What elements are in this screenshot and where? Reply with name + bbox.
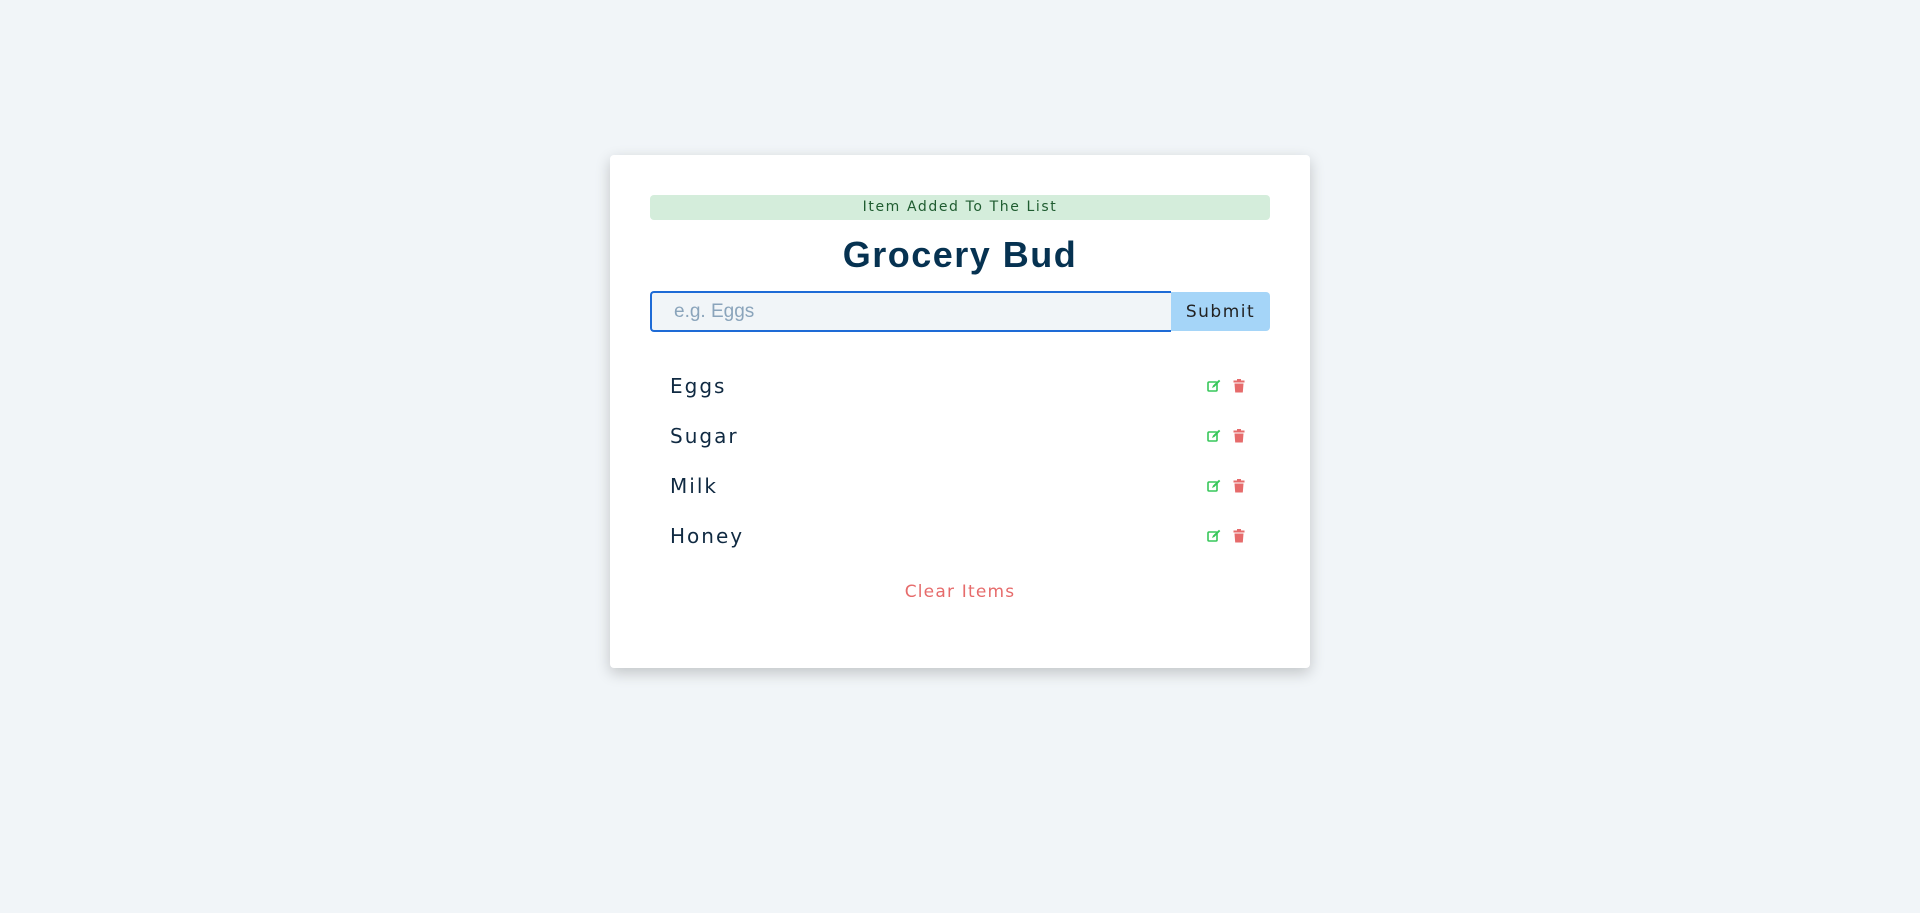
delete-button[interactable] [1231, 379, 1246, 394]
item-title: Milk [670, 474, 718, 498]
item-actions [1206, 479, 1246, 494]
item-title: Honey [670, 524, 745, 548]
trash-icon [1233, 529, 1244, 543]
alert-message: Item Added To The List [650, 195, 1270, 220]
edit-icon [1206, 529, 1220, 542]
delete-button[interactable] [1231, 479, 1246, 494]
clear-items-button[interactable]: Clear Items [905, 582, 1016, 602]
trash-icon [1233, 479, 1244, 493]
item-actions [1206, 379, 1246, 394]
edit-icon [1206, 429, 1220, 442]
submit-button[interactable]: Submit [1171, 292, 1270, 331]
grocery-card: Item Added To The List Grocery Bud Submi… [610, 155, 1310, 668]
delete-button[interactable] [1231, 429, 1246, 444]
list-item: Eggs [650, 361, 1270, 411]
list-item: Honey [650, 511, 1270, 561]
edit-button[interactable] [1206, 429, 1221, 444]
edit-button[interactable] [1206, 529, 1221, 544]
page-title: Grocery Bud [842, 234, 1078, 275]
grocery-list: Eggs Sugar Milk Honey [650, 361, 1270, 561]
trash-icon [1233, 379, 1244, 393]
edit-icon [1206, 479, 1220, 492]
edit-button[interactable] [1206, 379, 1221, 394]
grocery-form: Submit [650, 291, 1270, 332]
item-actions [1206, 529, 1246, 544]
item-actions [1206, 429, 1246, 444]
list-item: Milk [650, 461, 1270, 511]
list-item: Sugar [650, 411, 1270, 461]
item-title: Sugar [670, 424, 739, 448]
trash-icon [1233, 429, 1244, 443]
clear-container: Clear Items [650, 582, 1270, 602]
edit-button[interactable] [1206, 479, 1221, 494]
item-title: Eggs [670, 374, 727, 398]
grocery-input[interactable] [650, 291, 1171, 332]
delete-button[interactable] [1231, 529, 1246, 544]
edit-icon [1206, 379, 1220, 392]
